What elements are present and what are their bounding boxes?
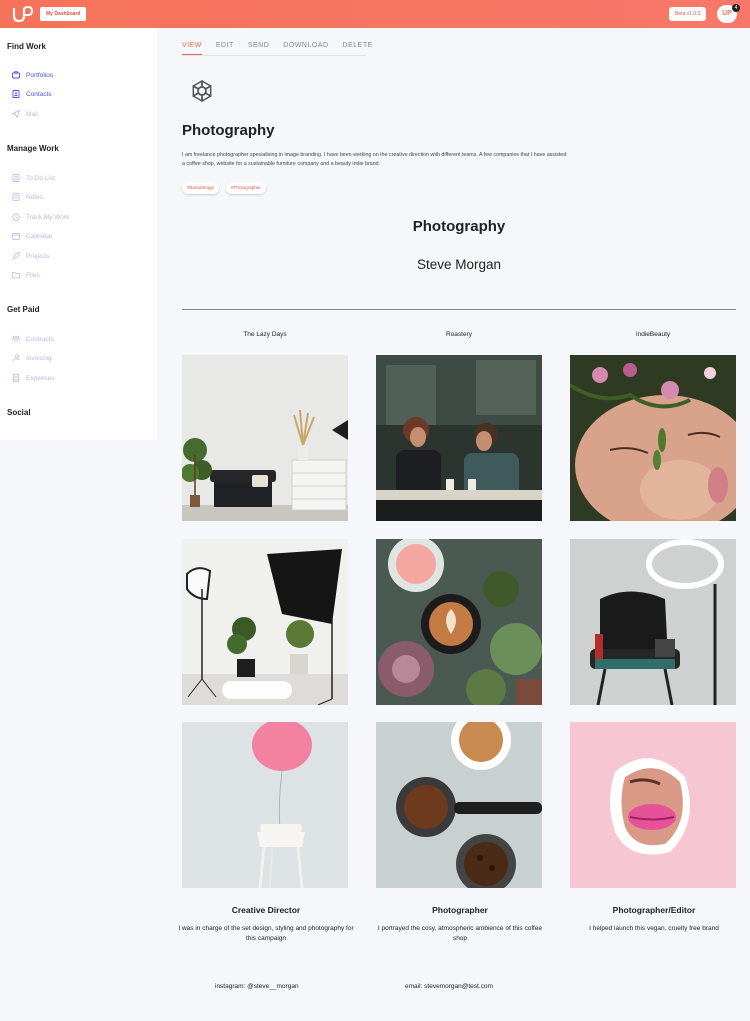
sidebar-item-label: To Do List xyxy=(26,174,55,182)
tag-photographer[interactable]: #Photographer xyxy=(226,182,266,194)
sidebar-item-label: Files xyxy=(26,271,40,279)
instagram-handle[interactable]: instagram: @steve__morgan xyxy=(215,983,299,990)
tab-edit[interactable]: EDIT xyxy=(216,42,234,55)
email-address[interactable]: email: stevemorgan@test.com xyxy=(405,983,493,990)
person-name: Steve Morgan xyxy=(416,257,502,272)
salon-chair-photo[interactable] xyxy=(570,539,736,705)
portfolio-description: I am freelance photographer specialising… xyxy=(182,152,568,167)
cafe-couple-photo[interactable] xyxy=(376,355,542,521)
action-tabs: VIEW EDIT SEND DOWNLOAD DELETE xyxy=(182,42,387,55)
coffee-portafilter-photo[interactable] xyxy=(376,722,542,888)
sidebar-item-track-my-work[interactable]: Track My Work xyxy=(12,211,69,223)
sidebar-item-expenses[interactable]: Expenses xyxy=(12,372,55,384)
notification-badge: 4 xyxy=(732,4,740,12)
up-logo-icon[interactable] xyxy=(12,4,34,24)
pink-balloon-photo[interactable] xyxy=(182,722,348,888)
hand-coin-icon xyxy=(12,354,20,362)
sidebar-item-label: Invoicing xyxy=(26,354,52,362)
sidebar-item-label: Notes xyxy=(26,193,43,201)
sidebar-item-notes[interactable]: Notes xyxy=(12,191,43,203)
sidebar-item-label: Calendar xyxy=(26,232,53,240)
sidebar-item-label: Expenses xyxy=(26,374,55,382)
tab-delete[interactable]: DELETE xyxy=(343,42,373,55)
checklist-icon xyxy=(12,174,20,182)
column-label-lazy-days: The Lazy Days xyxy=(243,331,287,338)
sidebar-heading-find-work: Find Work xyxy=(7,42,46,51)
sidebar-item-label: Mail xyxy=(26,110,38,118)
sidebar-item-label: Projects xyxy=(26,252,50,260)
sidebar-item-projects[interactable]: Projects xyxy=(12,250,49,262)
sidebar-item-label: Contacts xyxy=(26,90,52,98)
tab-download[interactable]: DOWNLOAD xyxy=(283,42,328,55)
tag-list: #BrandImage #Photographer xyxy=(182,182,266,194)
role-title-photographer: Photographer xyxy=(432,905,488,915)
role-description-lazy-days: I was in charge of the set design, styli… xyxy=(178,925,354,942)
sidebar-item-label: Portfolios xyxy=(26,71,54,79)
tabs-underline xyxy=(182,55,366,56)
notes-icon xyxy=(12,193,20,201)
pink-lips-photo[interactable] xyxy=(570,722,736,888)
living-room-photo[interactable] xyxy=(182,355,348,521)
sidebar: Find Work Portfolios Contacts Mail Manag… xyxy=(0,28,157,440)
sidebar-item-contacts[interactable]: Contacts xyxy=(12,88,52,100)
paper-plane-icon xyxy=(11,109,21,119)
column-label-roastery: Roastery xyxy=(445,331,472,338)
clock-icon xyxy=(12,213,20,221)
tab-view[interactable]: VIEW xyxy=(182,42,202,55)
briefcase-icon xyxy=(12,71,20,79)
scales-icon xyxy=(12,335,20,343)
sidebar-item-portfolios[interactable]: Portfolios xyxy=(12,69,53,81)
role-description-indiebeauty: I helped launch this vegan, cruelty free… xyxy=(589,925,719,932)
section-title: Photography xyxy=(412,218,506,235)
sidebar-item-mail[interactable]: Mail xyxy=(11,108,38,120)
page-title: Photography xyxy=(182,122,275,139)
role-title-photographer-editor: Photographer/Editor xyxy=(612,905,696,915)
calendar-icon xyxy=(12,232,20,240)
latte-succulents-photo[interactable] xyxy=(376,539,542,705)
sidebar-heading-manage-work: Manage Work xyxy=(7,144,59,153)
tab-send[interactable]: SEND xyxy=(248,42,269,55)
contact-card-icon xyxy=(12,90,20,98)
folder-icon xyxy=(12,271,20,279)
studio-lights-photo[interactable] xyxy=(182,539,348,705)
tag-brand-image[interactable]: #BrandImage xyxy=(182,182,220,194)
aperture-icon xyxy=(192,80,212,102)
sidebar-item-files[interactable]: Files xyxy=(12,269,40,281)
sidebar-item-contracts[interactable]: Contracts xyxy=(12,333,54,345)
section-divider xyxy=(182,309,736,310)
rocket-icon xyxy=(12,252,20,260)
receipt-icon xyxy=(12,374,20,382)
sidebar-item-label: Track My Work xyxy=(26,213,70,221)
top-bar: My Dashboard Beta v1.0.0 UP 4 xyxy=(0,0,750,28)
sidebar-heading-get-paid: Get Paid xyxy=(7,305,40,314)
role-title-creative-director: Creative Director xyxy=(231,905,301,915)
sidebar-item-label: Contracts xyxy=(26,335,54,343)
sidebar-item-to-do-list[interactable]: To Do List xyxy=(12,172,55,184)
column-label-indiebeauty: IndieBeauty xyxy=(635,331,671,338)
sidebar-heading-social[interactable]: Social xyxy=(7,408,31,417)
beta-version-button[interactable]: Beta v1.0.0 xyxy=(669,7,707,21)
face-flowers-photo[interactable] xyxy=(570,355,736,521)
sidebar-item-invoicing[interactable]: Invoicing xyxy=(12,352,52,364)
role-description-roastery: I portrayed the cosy, atmospheric ambien… xyxy=(377,925,543,942)
my-dashboard-button[interactable]: My Dashboard xyxy=(40,7,87,21)
sidebar-item-calendar[interactable]: Calendar xyxy=(12,230,52,242)
